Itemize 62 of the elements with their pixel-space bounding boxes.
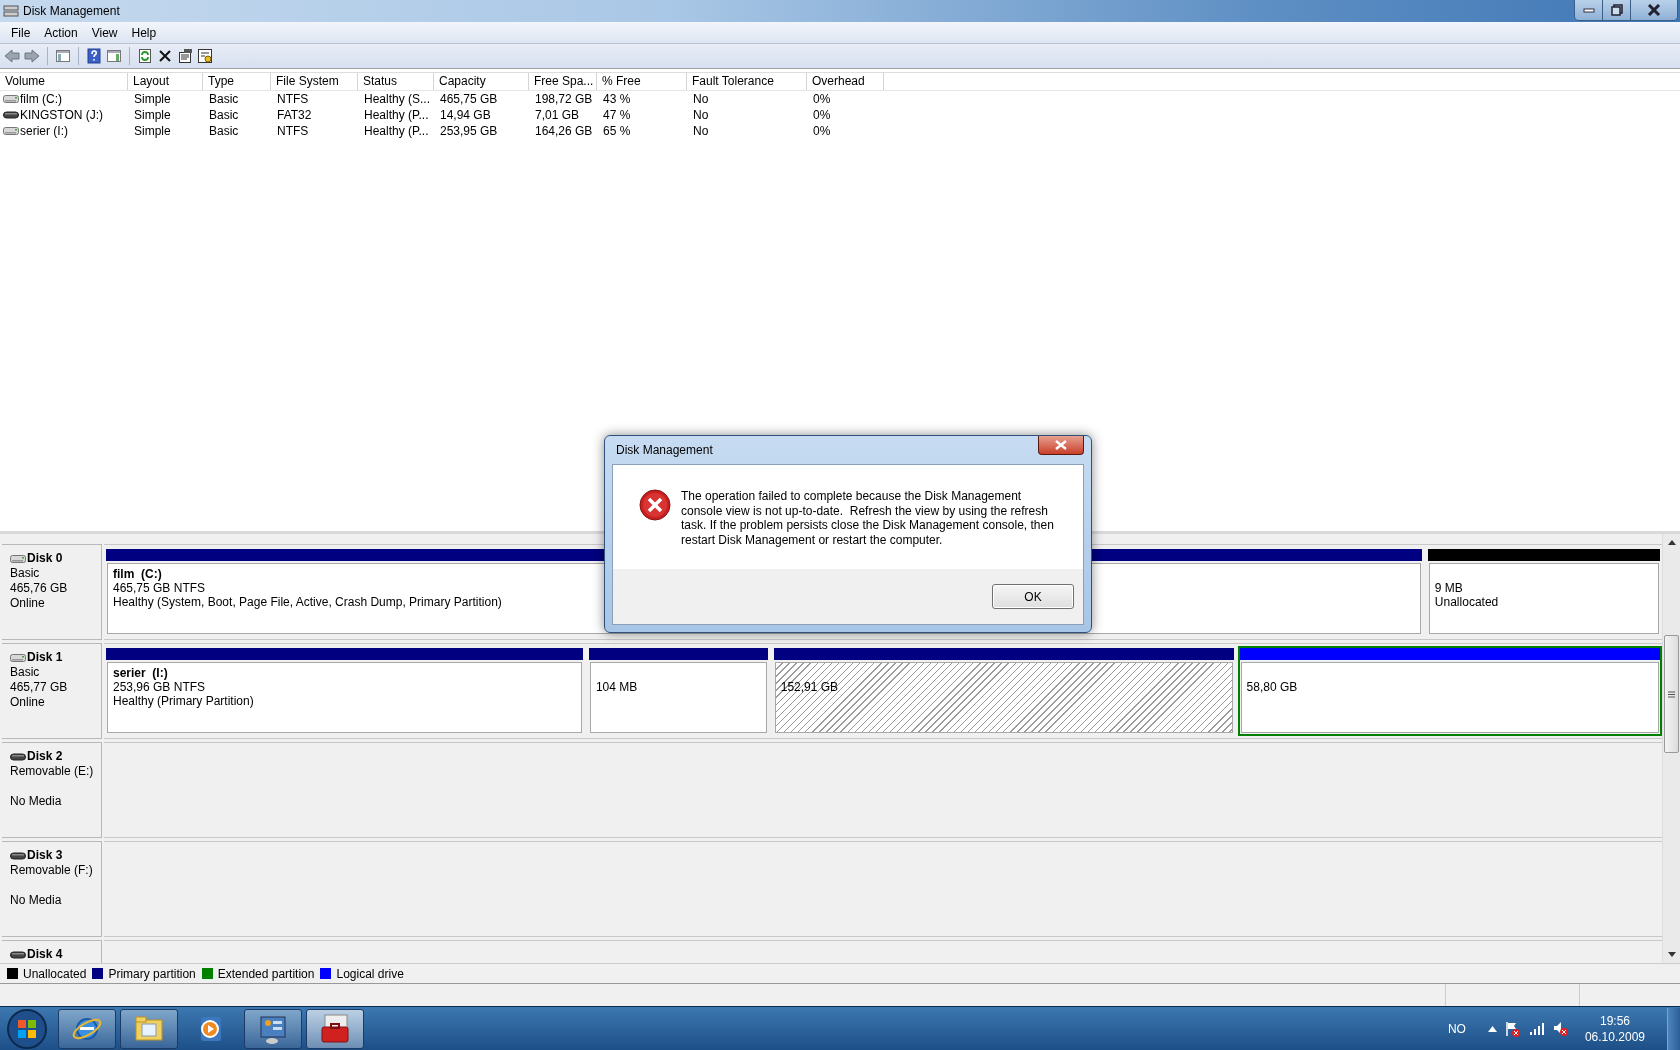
table-cell-text: 43 % [602,92,632,106]
dialog-title: Disk Management [616,443,713,457]
table-cell-text: 465,75 GB [439,92,499,106]
table-cell-text: 0% [812,124,832,138]
clock-time: 19:56 [1599,1012,1630,1029]
legend-label: Logical drive [336,966,404,981]
partition-status: Healthy (Primary Partition) [113,694,254,708]
table-cell-text: 253,95 GB [439,124,499,138]
disk-name: Disk 4 [27,947,63,962]
partition-size: 9 MB [1434,581,1463,595]
error-message: The operation failed to complete because the Disk Management console view is not up-to-date. Refresh the view by using the refresh task. If the problem persists close the Disk Management console, then restart Disk Management or restart the computer. [681,489,1055,549]
table-cell-text: Healthy (S... [363,92,432,106]
partition-status: Unallocated [1434,595,1499,609]
table-cell-text: FAT32 [276,108,313,122]
legend-label: Extended partition [217,966,315,981]
legend-label: Unallocated [23,966,87,981]
table-cell-text: Basic [208,92,240,106]
disk-type: Removable (E:) [10,764,95,779]
disk-size: 465,77 GB [10,680,69,695]
disk-status: No Media [10,893,63,908]
partition-status: Healthy (System, Boot, Page File, Active, Crash Dump, Primary Partition) [113,595,502,609]
table-cell-text: Simple [133,108,172,122]
table-cell-text: 14,94 GB [439,108,492,122]
table-cell-text: 7,01 GB [534,108,581,122]
table-cell-text: No [692,124,710,138]
table-cell-text: No [692,108,710,122]
disk-size: 465,76 GB [10,581,69,596]
table-cell-text: Simple [133,92,172,106]
clock-date: 06.10.2009 [1584,1028,1645,1045]
table-cell-text: Basic [208,124,240,138]
partition-size: 58,80 GB [1246,680,1298,694]
table-cell-text: NTFS [276,124,310,138]
partition-size: 253,96 GB NTFS [113,680,206,694]
table-cell-text: 65 % [602,124,632,138]
table-cell-text: 0% [812,108,832,122]
table-cell-text: Simple [133,124,172,138]
table-cell-text: 0% [812,92,832,106]
window-title: Disk Management [23,4,120,18]
disk-name: Disk 1 [27,650,63,665]
disk-name: Disk 2 [27,749,63,764]
table-cell-text: 164,26 GB [534,124,594,138]
disk-type: Basic [10,566,41,581]
partition-size: 465,75 GB NTFS [113,581,206,595]
disk-name: Disk 0 [27,551,63,566]
table-cell-text: 198,72 GB [534,92,594,106]
table-cell-text: Basic [208,108,240,122]
disk-type: Basic [10,665,41,680]
disk-name: Disk 3 [27,848,63,863]
legend-label: Primary partition [108,966,196,981]
partition-name: serier (I:) [113,666,168,680]
partition-size: 152,91 GB [780,680,839,694]
disk-status: Online [10,596,46,611]
table-cell-text: Healthy (P... [363,124,430,138]
partition-size: 104 MB [595,680,638,694]
disk-status: Online [10,695,46,710]
partition-name: film (C:) [113,567,162,581]
table-cell-text: Healthy (P... [363,108,430,122]
disk-type: Removable (F:) [10,863,94,878]
disk-status: No Media [10,794,63,809]
table-cell-text: NTFS [276,92,310,106]
table-cell-text: No [692,92,710,106]
table-cell-text: 47 % [602,108,632,122]
